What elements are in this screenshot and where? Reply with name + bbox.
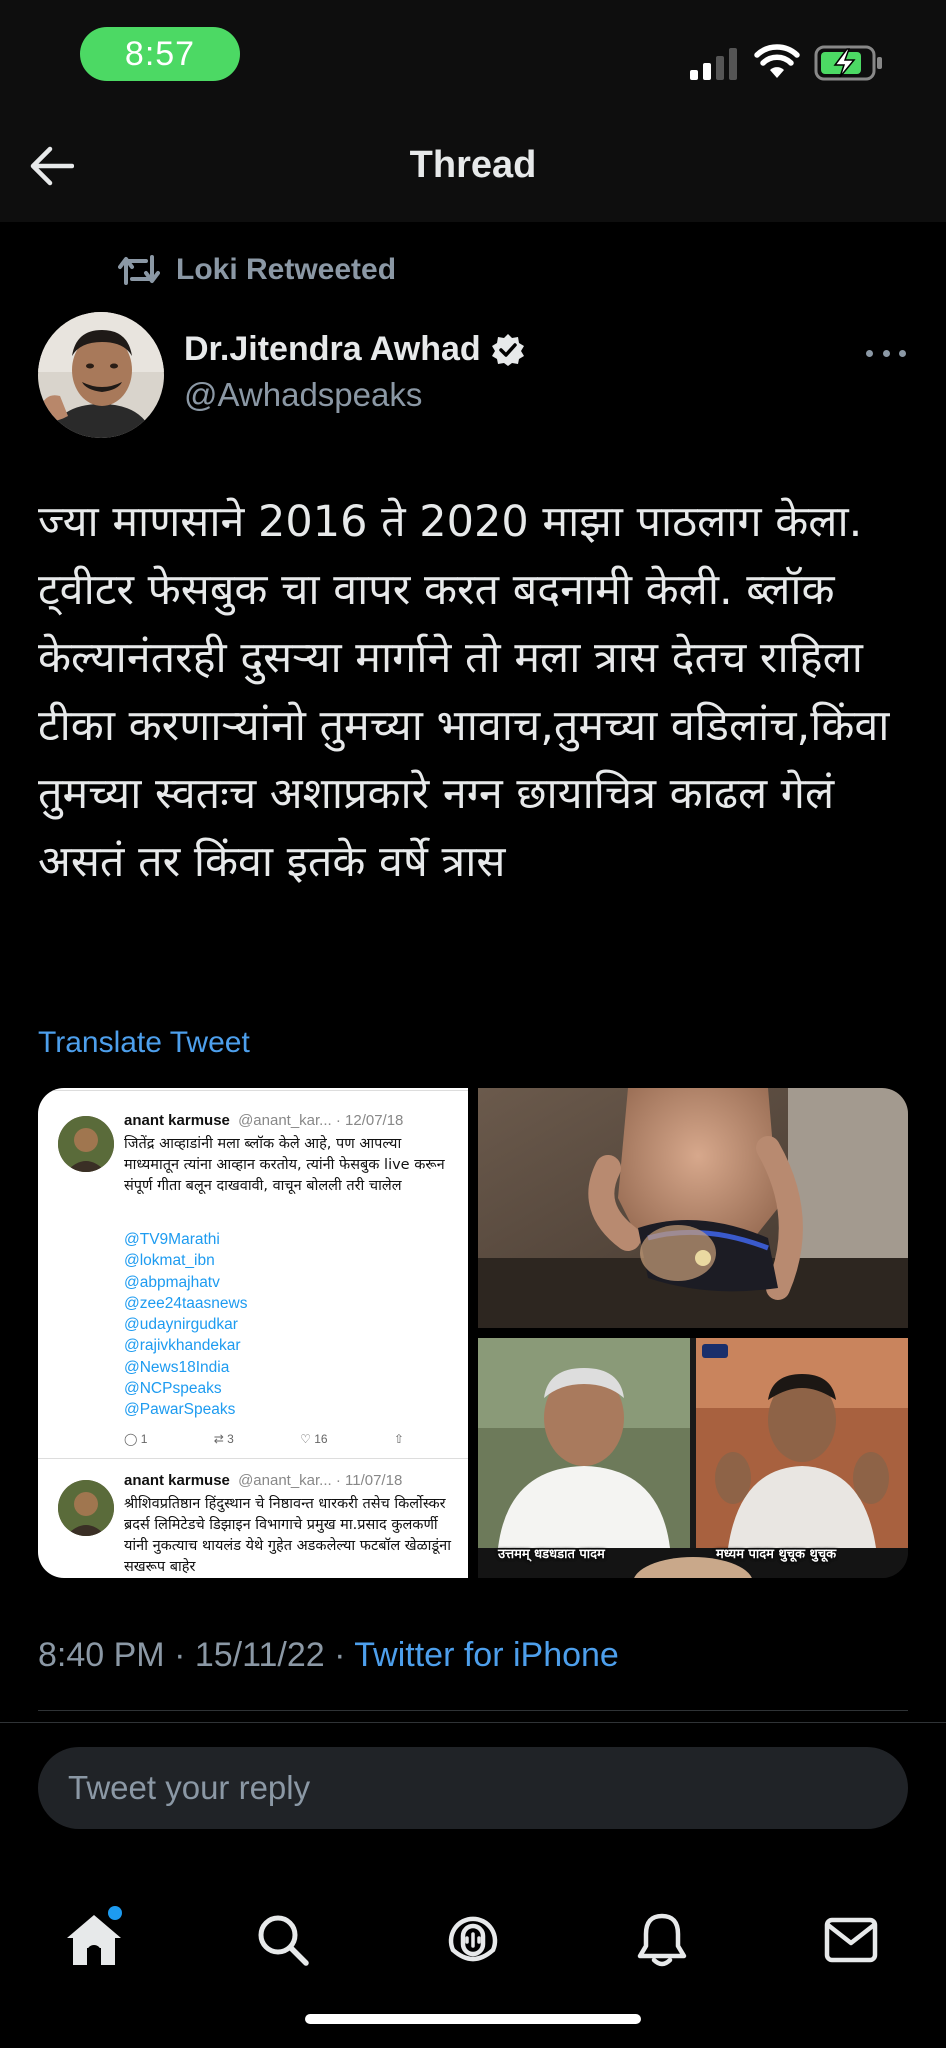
wifi-icon [754,44,800,78]
tweet-meta: 8:40 PM · 15/11/22 · Twitter for iPhone [38,1636,619,1675]
home-indicator[interactable] [305,2014,641,2024]
embedded-tweet-actions: ◯ 1 ⇄ 3 ♡ 16 ⇧ [124,1432,404,1446]
embedded-tweet-body: जितेंद्र आव्हाडांनी मला ब्लॉक केले आहे, … [124,1136,445,1194]
messages-icon [824,1917,878,1963]
media-grid: anant karmuse @anant_kar... · 12/07/18 ज… [38,1088,908,1578]
tab-spaces[interactable] [433,1900,513,1980]
embedded-retweet: ⇄ 3 [213,1432,234,1446]
embedded-share-icon: ⇧ [393,1432,404,1446]
more-dot-icon [882,349,890,357]
retweet-label: Loki Retweeted [176,253,397,286]
more-dot-icon [899,349,906,357]
shot-divider [38,1458,468,1459]
reply-bar [0,1722,946,1852]
embedded-mentions: @TV9Marathi @lokmat_ibn @abpmajhatv @zee… [124,1229,247,1421]
tweet-source-link[interactable]: Twitter for iPhone [354,1636,619,1674]
page-title: Thread [409,144,537,186]
search-icon [258,1915,309,1966]
collage-content [478,1338,908,1578]
notification-dot [108,1906,122,1920]
divider [38,1710,908,1711]
cellular-signal-icon [690,48,737,80]
media-image-news-collage[interactable]: उत्तमम् धडधडात पादम मध्यम पादम थुचूक थुच… [478,1338,908,1578]
author-avatar[interactable] [38,312,164,438]
photo-content [478,1088,908,1328]
battery-charging-icon [814,45,882,81]
collage-caption-left: उत्तमम् धडधडात पादम [498,1547,605,1562]
tab-messages[interactable] [811,1900,891,1980]
embedded-reply: ◯ 1 [124,1432,148,1446]
mention: @TV9Marathi [124,1231,220,1248]
tweet-timestamp: 8:40 PM · 15/11/22 · [38,1636,355,1674]
verified-badge-icon [491,333,524,366]
embedded-avatar [58,1480,114,1536]
embedded-handle-date: @anant_kar... · 11/07/18 [238,1472,403,1489]
tab-search[interactable] [243,1900,323,1980]
thread-header: Thread [0,110,946,222]
embedded-handle-date: @anant_kar... · 12/07/18 [238,1112,404,1129]
status-bar: 8:57 [0,0,946,110]
embedded-author-name: anant karmuse [124,1472,230,1489]
tab-notifications[interactable] [622,1900,702,1980]
tweet-text: ज्या माणसाने 2016 ते 2020 माझा पाठलाग के… [38,497,904,887]
mention: @rajivkhandekar [124,1337,241,1355]
tab-home[interactable] [54,1900,134,1980]
mention: @abpmajhatv [124,1273,220,1291]
reply-input[interactable] [38,1747,908,1829]
media-image-screenshot[interactable]: anant karmuse @anant_kar... · 12/07/18 ज… [38,1088,468,1578]
embedded-tweet-body: श्रीशिवप्रतिष्ठान हिंदुस्थान चे निष्ठावन… [124,1496,451,1575]
author-name[interactable]: Dr.Jitendra Awhad [184,330,525,369]
mention: @PawarSpeaks [124,1401,236,1419]
author-name-text: Dr.Jitendra Awhad [184,330,481,368]
retweet-icon [118,255,160,285]
notifications-icon [637,1913,687,1967]
embedded-like: ♡ 16 [300,1432,328,1446]
more-options-button[interactable] [866,338,906,368]
mention: @zee24taasnews [124,1294,248,1312]
mention: @udaynirgudkar [124,1316,238,1334]
spaces-icon [448,1916,498,1962]
retweet-indicator[interactable]: Loki Retweeted [118,250,396,290]
more-dot-icon [866,349,873,357]
collage-caption-right: मध्यम पादम थुचूक थुचूक [716,1547,837,1562]
home-icon [67,1915,121,1965]
mention: @NCPspeaks [124,1380,222,1398]
embedded-tweet-header: anant karmuse @anant_kar... · 11/07/18 [124,1472,402,1489]
translate-tweet-link[interactable]: Translate Tweet [38,1026,250,1060]
media-image-photo[interactable] [478,1088,908,1328]
status-time: 8:57 [80,27,240,81]
author-handle[interactable]: @Awhadspeaks [184,376,422,414]
embedded-author-name: anant karmuse [124,1112,230,1129]
mention: @News18India [124,1358,230,1376]
avatar-photo [38,312,164,438]
shot-divider [38,1090,468,1091]
mention: @lokmat_ibn [124,1252,215,1270]
embedded-tweet-header: anant karmuse @anant_kar... · 12/07/18 [124,1112,403,1129]
embedded-avatar [58,1116,114,1172]
